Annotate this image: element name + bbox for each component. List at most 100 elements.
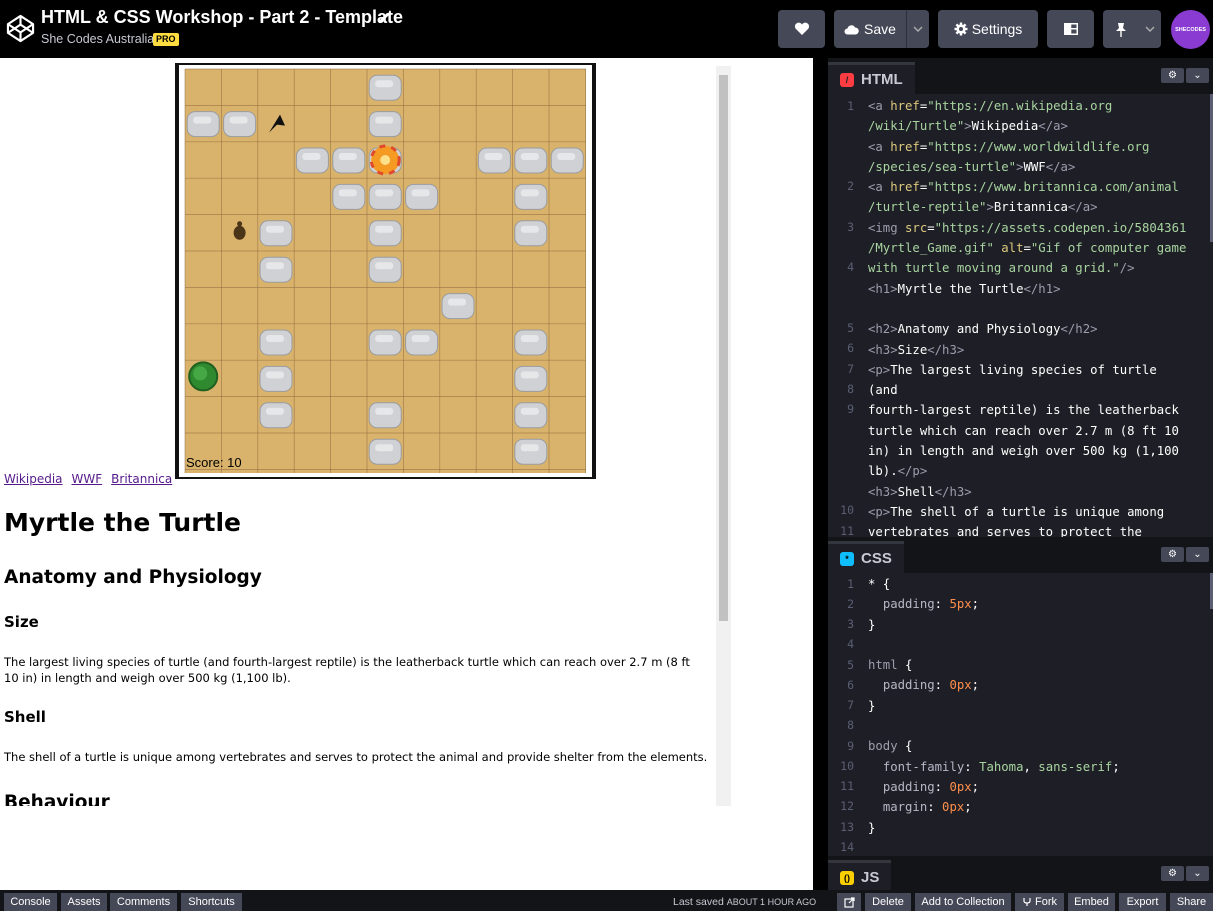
layout-icon — [1063, 23, 1078, 35]
js-editor-collapse-button[interactable]: ⌄ — [1186, 866, 1209, 881]
rock-highlight — [520, 407, 539, 415]
rock — [259, 402, 293, 429]
rock — [368, 74, 402, 101]
html-editor-settings-button[interactable]: ⚙ — [1161, 68, 1184, 83]
rock-highlight — [520, 444, 539, 452]
js-editor-header: () JS ⚙ ⌄ — [828, 856, 1213, 892]
line-number: 4 — [847, 637, 854, 651]
rock-highlight — [557, 153, 576, 160]
line-number: 14 — [840, 840, 854, 854]
open-external-button[interactable] — [837, 893, 861, 911]
subheading-shell: Shell — [4, 708, 46, 726]
html-code-editor[interactable]: 1 2 3 4 5 6 7 8 9 10 11 <a href="https:/… — [828, 94, 1213, 537]
avatar-text: SHECODES — [1175, 26, 1206, 33]
rock-highlight — [520, 225, 539, 233]
rock-highlight — [411, 189, 430, 197]
delete-button[interactable]: Delete — [865, 893, 911, 911]
rock-highlight — [520, 189, 539, 197]
css-editor-header: * CSS ⚙ ⌄ — [828, 537, 1213, 573]
add-to-collection-button[interactable]: Add to Collection — [915, 893, 1011, 911]
rock — [332, 183, 366, 210]
pin-options-button[interactable] — [1138, 10, 1161, 48]
turtle-head — [237, 221, 243, 227]
js-editor-settings-button[interactable]: ⚙ — [1161, 866, 1184, 881]
line-number: 1 — [847, 99, 854, 113]
rock — [441, 293, 475, 320]
rock — [368, 329, 402, 356]
rock-highlight — [266, 371, 284, 379]
js-editor-tab[interactable]: () JS — [828, 860, 892, 892]
editor-column: / HTML ⚙ ⌄ 1 2 3 4 5 6 7 8 9 10 11 <a hr… — [813, 58, 1213, 892]
preview-scrollbar[interactable] — [716, 66, 731, 806]
html-editor-collapse-button[interactable]: ⌄ — [1186, 68, 1209, 83]
rock-highlight — [375, 225, 394, 233]
rock-highlight — [375, 407, 394, 415]
umbrella-center — [380, 155, 391, 165]
paragraph-shell: The shell of a turtle is unique among ve… — [4, 750, 708, 764]
share-button[interactable]: Share — [1170, 893, 1213, 911]
line-number: 3 — [847, 617, 854, 631]
rock — [368, 111, 402, 138]
last-saved-status: Last saved ABOUT 1 HOUR AGO — [673, 896, 816, 908]
rock-highlight — [375, 189, 394, 197]
line-number: 10 — [840, 503, 854, 517]
section-heading-behaviour: Behaviour — [4, 792, 110, 806]
top-header: HTML & CSS Workshop - Part 2 - Template … — [0, 0, 1213, 58]
pen-title[interactable]: HTML & CSS Workshop - Part 2 - Template — [41, 7, 403, 28]
preview-scrollbar-thumb[interactable] — [719, 75, 728, 621]
comments-button[interactable]: Comments — [110, 893, 177, 911]
rock — [405, 329, 439, 356]
last-saved-label: Last saved — [673, 896, 724, 908]
rock — [223, 111, 257, 138]
settings-button[interactable]: Settings — [938, 10, 1038, 48]
rock-highlight — [266, 225, 284, 233]
embed-button[interactable]: Embed — [1068, 893, 1115, 911]
css-code-editor[interactable]: 1 2 3 4 5 6 7 8 9 10 11 12 13 14 * { pad… — [828, 573, 1213, 856]
subheading-size: Size — [4, 613, 39, 631]
rock-highlight — [520, 153, 539, 160]
save-options-button[interactable] — [906, 10, 929, 48]
link-britannica[interactable]: Britannica — [111, 472, 172, 486]
rock — [405, 183, 439, 210]
rock — [259, 329, 293, 356]
link-wwf[interactable]: WWF — [72, 472, 103, 486]
html-code: <a href="https://en.wikipedia.org /wiki/… — [868, 99, 1187, 537]
html-editor-header: / HTML ⚙ ⌄ — [828, 58, 1213, 94]
css-editor-collapse-button[interactable]: ⌄ — [1186, 547, 1209, 562]
pin-button[interactable] — [1103, 10, 1138, 48]
preview-links: Wikipedia WWF Britannica — [4, 472, 181, 486]
line-number: 5 — [847, 658, 854, 672]
rock-highlight — [411, 335, 430, 342]
user-avatar[interactable]: SHECODES — [1171, 10, 1210, 49]
last-saved-time: ABOUT 1 HOUR AGO — [726, 897, 817, 907]
save-button[interactable]: Save — [834, 10, 906, 48]
css-code: * { padding: 5px; } html { padding: 0px;… — [868, 577, 1120, 835]
line-number: 5 — [847, 321, 854, 335]
fork-button[interactable]: Fork — [1015, 893, 1064, 911]
css-editor-settings-button[interactable]: ⚙ — [1161, 547, 1184, 562]
rock-highlight — [375, 80, 394, 88]
change-view-button[interactable] — [1047, 10, 1094, 48]
rock-highlight — [375, 444, 394, 452]
rock — [368, 256, 402, 283]
shortcuts-button[interactable]: Shortcuts — [181, 893, 242, 911]
save-label: Save — [864, 21, 896, 37]
export-button[interactable]: Export — [1119, 893, 1166, 911]
cloud-icon — [844, 24, 859, 34]
link-wikipedia[interactable]: Wikipedia — [4, 472, 63, 486]
love-button[interactable] — [778, 10, 825, 48]
page-heading: Myrtle the Turtle — [4, 508, 241, 537]
assets-button[interactable]: Assets — [61, 893, 107, 911]
pen-owner[interactable]: She Codes Australia — [41, 32, 154, 46]
console-button[interactable]: Console — [4, 893, 57, 911]
edit-title-icon[interactable] — [377, 11, 391, 25]
bush-highlight — [193, 366, 208, 381]
settings-label: Settings — [971, 21, 1023, 37]
html-editor-label: HTML — [861, 71, 903, 88]
codepen-logo-icon[interactable] — [6, 14, 35, 43]
line-number: 12 — [840, 799, 854, 813]
rock — [259, 365, 293, 392]
css-editor-tab[interactable]: * CSS — [828, 541, 904, 573]
chevron-down-icon — [1144, 26, 1155, 32]
html-editor-tab[interactable]: / HTML — [828, 62, 915, 94]
